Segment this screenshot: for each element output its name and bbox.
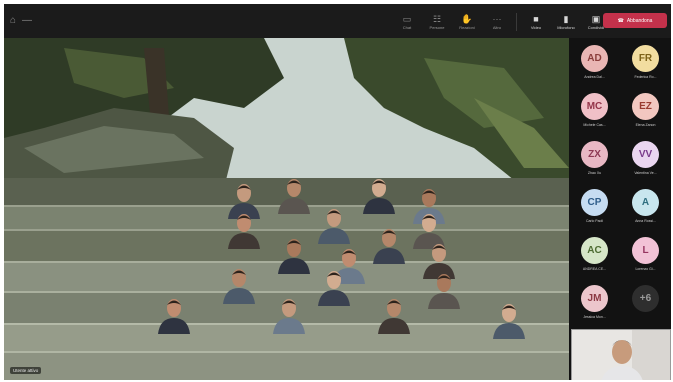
reactions-icon: ✋ (461, 14, 473, 24)
participant-tile[interactable]: CP Carlo Paoli (569, 186, 620, 227)
avatar: AD (581, 45, 608, 72)
participant-tile[interactable]: A Anna Rossi... (620, 186, 671, 227)
avatar: EZ (632, 93, 659, 120)
speaker-name-tag: Utente attivo (10, 367, 42, 374)
toolbar-divider (516, 13, 517, 31)
toolbar-button-chat[interactable]: ▭ Chat (392, 9, 422, 35)
self-view-video[interactable] (571, 329, 671, 380)
toolbar-button-label: Video (530, 25, 542, 30)
camera-icon: ■ (533, 14, 539, 24)
participant-name: Anna Rossi... (635, 219, 656, 223)
leave-button[interactable]: ☎ Abbandona (603, 13, 667, 28)
toolbar-button-label: Reazioni (459, 25, 475, 30)
toolbar-button-label: Persone (429, 25, 445, 30)
chat-icon: ▭ (402, 14, 412, 24)
avatar: VV (632, 141, 659, 168)
more-icon: ··· (492, 14, 502, 24)
avatar: JM (581, 285, 608, 312)
participant-tile[interactable]: MC Michele Cas... (569, 90, 620, 131)
toolbar-button-microfono[interactable]: ▮ Microfono (551, 9, 581, 35)
participant-tile[interactable]: ZX Zhao Xu (569, 138, 620, 179)
avatar: A (632, 189, 659, 216)
shield-icon[interactable]: ⌂ (10, 16, 16, 26)
participant-name: Elena Zanon (635, 123, 656, 127)
mic-icon: ▮ (563, 14, 569, 24)
toolbar-button-video[interactable]: ■ Video (521, 9, 551, 35)
participant-name: Federica Ro... (634, 75, 657, 79)
participant-tile[interactable]: JM Jessica Mon... (569, 282, 620, 323)
participant-tile[interactable]: AC ANDREA CE... (569, 234, 620, 275)
toolbar-button-label: Altro (492, 25, 502, 30)
people-icon: ☷ (432, 14, 442, 24)
toolbar-button-altro[interactable]: ··· Altro (482, 9, 512, 35)
toolbar-button-label: Chat (402, 25, 412, 30)
meeting-window: ⌂ — ▭ Chat ☷ Persone ✋ Reazioni ··· Altro ■ Video… (4, 4, 671, 380)
toolbar-button-persone[interactable]: ☷ Persone (422, 9, 452, 35)
avatar: AC (581, 237, 608, 264)
avatar: L (632, 237, 659, 264)
participant-name: Carlo Paoli (585, 219, 604, 223)
meeting-toolbar: ⌂ — ▭ Chat ☷ Persone ✋ Reazioni ··· Altro ■ Video… (4, 4, 671, 38)
participant-name: Valentina Ve... (634, 171, 657, 175)
auditorium-scene (4, 38, 569, 380)
participant-name: Michele Cas... (583, 123, 606, 127)
avatar: +6 (632, 285, 659, 312)
toolbar-button-label: Condividi (587, 25, 605, 30)
participant-tile[interactable]: +6 (620, 282, 671, 323)
toolbar-button-reazioni[interactable]: ✋ Reazioni (452, 9, 482, 35)
phone-icon: ☎ (617, 17, 624, 24)
avatar: MC (581, 93, 608, 120)
toolbar-button-label: Microfono (557, 25, 575, 30)
participant-name: ANDREA CE... (582, 267, 607, 271)
toolbar-buttons: ▭ Chat ☷ Persone ✋ Reazioni ··· Altro ■ Video ▮ Mic… (392, 9, 611, 35)
together-mode-stage: Utente attivo (4, 38, 569, 380)
participant-tile[interactable]: VV Valentina Ve... (620, 138, 671, 179)
participant-tile[interactable]: EZ Elena Zanon (620, 90, 671, 131)
participant-tile[interactable]: L Lorenzo Gi... (620, 234, 671, 275)
participant-name: Lorenzo Gi... (635, 267, 656, 271)
share-icon: ▣ (591, 14, 601, 24)
leave-label: Abbandona (626, 17, 653, 24)
avatar: CP (581, 189, 608, 216)
participant-name: Zhao Xu (587, 171, 602, 175)
participant-tile[interactable]: FR Federica Ro... (620, 42, 671, 83)
avatar: FR (632, 45, 659, 72)
participant-tile[interactable]: AD Andrea Dal... (569, 42, 620, 83)
timer-icon: — (22, 15, 33, 26)
participant-name: Andrea Dal... (584, 75, 605, 79)
meeting-info: ⌂ — (10, 16, 32, 26)
participant-name: Jessica Mon... (583, 315, 606, 319)
avatar: ZX (581, 141, 608, 168)
